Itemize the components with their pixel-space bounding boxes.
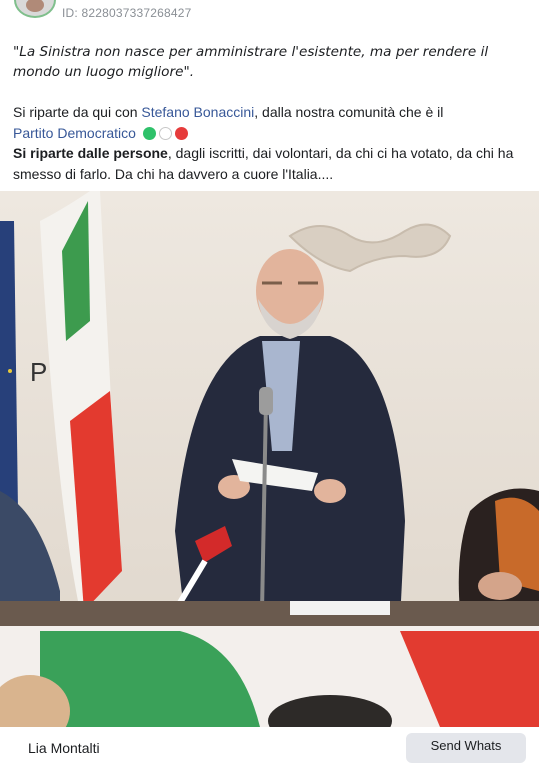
white-circle-icon: [158, 127, 172, 140]
post-quote: "La Sinistra non nasce per amministrare …: [13, 44, 489, 80]
post-photo[interactable]: P: [0, 191, 539, 727]
avatar-face: [26, 0, 44, 12]
post-paragraph-1: Si riparte da qui con Stefano Bonaccini,…: [13, 102, 528, 144]
red-circle-icon: [174, 127, 188, 140]
bonaccini-link[interactable]: Stefano Bonaccini: [141, 104, 254, 120]
p2-bold: Si riparte dalle persone: [13, 145, 168, 161]
p1-middle: , dalla nostra comunità che è il: [254, 104, 444, 120]
svg-text:P: P: [30, 357, 47, 387]
partito-democratico-link[interactable]: Partito Democratico: [13, 125, 136, 141]
green-circle-icon: [142, 127, 156, 140]
speaker-photo-illustration: P: [0, 191, 539, 727]
p1-prefix: Si riparte da qui con: [13, 104, 142, 120]
post-id: ID: 8228037337268427: [62, 6, 192, 20]
send-whatsapp-button[interactable]: Send Whats: [406, 733, 526, 763]
avatar[interactable]: [14, 0, 56, 18]
commenter-name[interactable]: Lia Montalti: [28, 740, 100, 756]
post-paragraph-2: Si riparte dalle persone, dagli iscritti…: [13, 143, 528, 185]
